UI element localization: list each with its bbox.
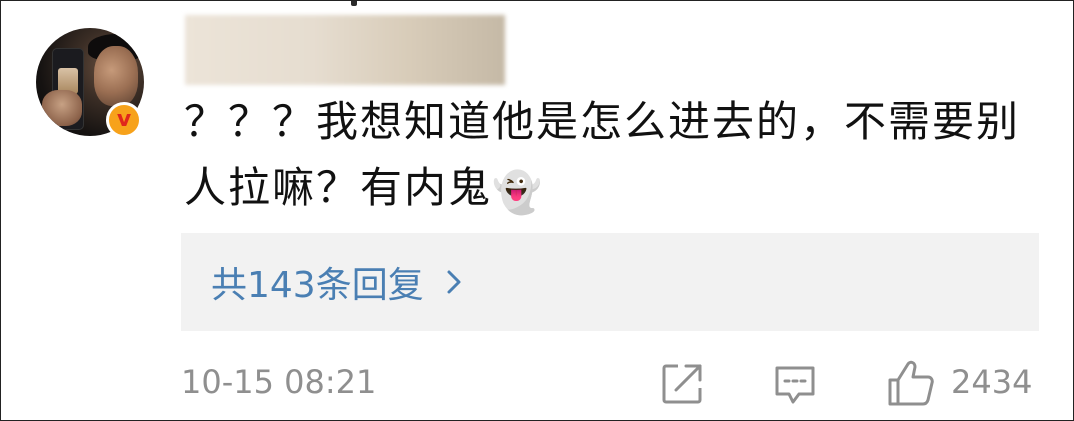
reply-button[interactable] bbox=[772, 361, 818, 407]
comment-line-1: ？？？我想知道他是怎么进去的，不需要别 bbox=[184, 97, 1021, 146]
ghost-emoji-icon: 👻 bbox=[492, 170, 544, 216]
like-button[interactable] bbox=[885, 357, 937, 409]
comment-bubble-icon bbox=[775, 366, 815, 404]
previous-item-edge bbox=[351, 1, 357, 6]
username-blurred[interactable] bbox=[185, 15, 505, 85]
verified-badge-letter: v bbox=[116, 107, 132, 132]
comment-line-2: 人拉嘛？有内鬼👻 bbox=[184, 155, 1054, 221]
avatar-hand bbox=[42, 90, 82, 126]
thumbs-up-icon bbox=[888, 360, 934, 406]
comment-line-2-text: 人拉嘛？有内鬼 bbox=[184, 163, 493, 212]
replies-count-label[interactable]: 共143条回复 bbox=[211, 256, 424, 308]
verified-badge-icon: v bbox=[106, 102, 142, 138]
chevron-right-icon bbox=[446, 269, 462, 295]
like-count: 2434 bbox=[951, 363, 1033, 401]
avatar-face bbox=[94, 46, 138, 106]
share-icon bbox=[662, 364, 702, 404]
comment-card: v ？？？我想知道他是怎么进去的，不需要别 人拉嘛？有内鬼👻 共143条回复 1… bbox=[0, 0, 1074, 421]
avatar-container[interactable]: v bbox=[36, 28, 146, 141]
share-button[interactable] bbox=[659, 361, 705, 407]
replies-button[interactable]: 共143条回复 bbox=[181, 233, 1039, 331]
comment-timestamp: 10-15 08:21 bbox=[181, 363, 377, 401]
comment-text: ？？？我想知道他是怎么进去的，不需要别 人拉嘛？有内鬼👻 bbox=[184, 89, 1054, 221]
